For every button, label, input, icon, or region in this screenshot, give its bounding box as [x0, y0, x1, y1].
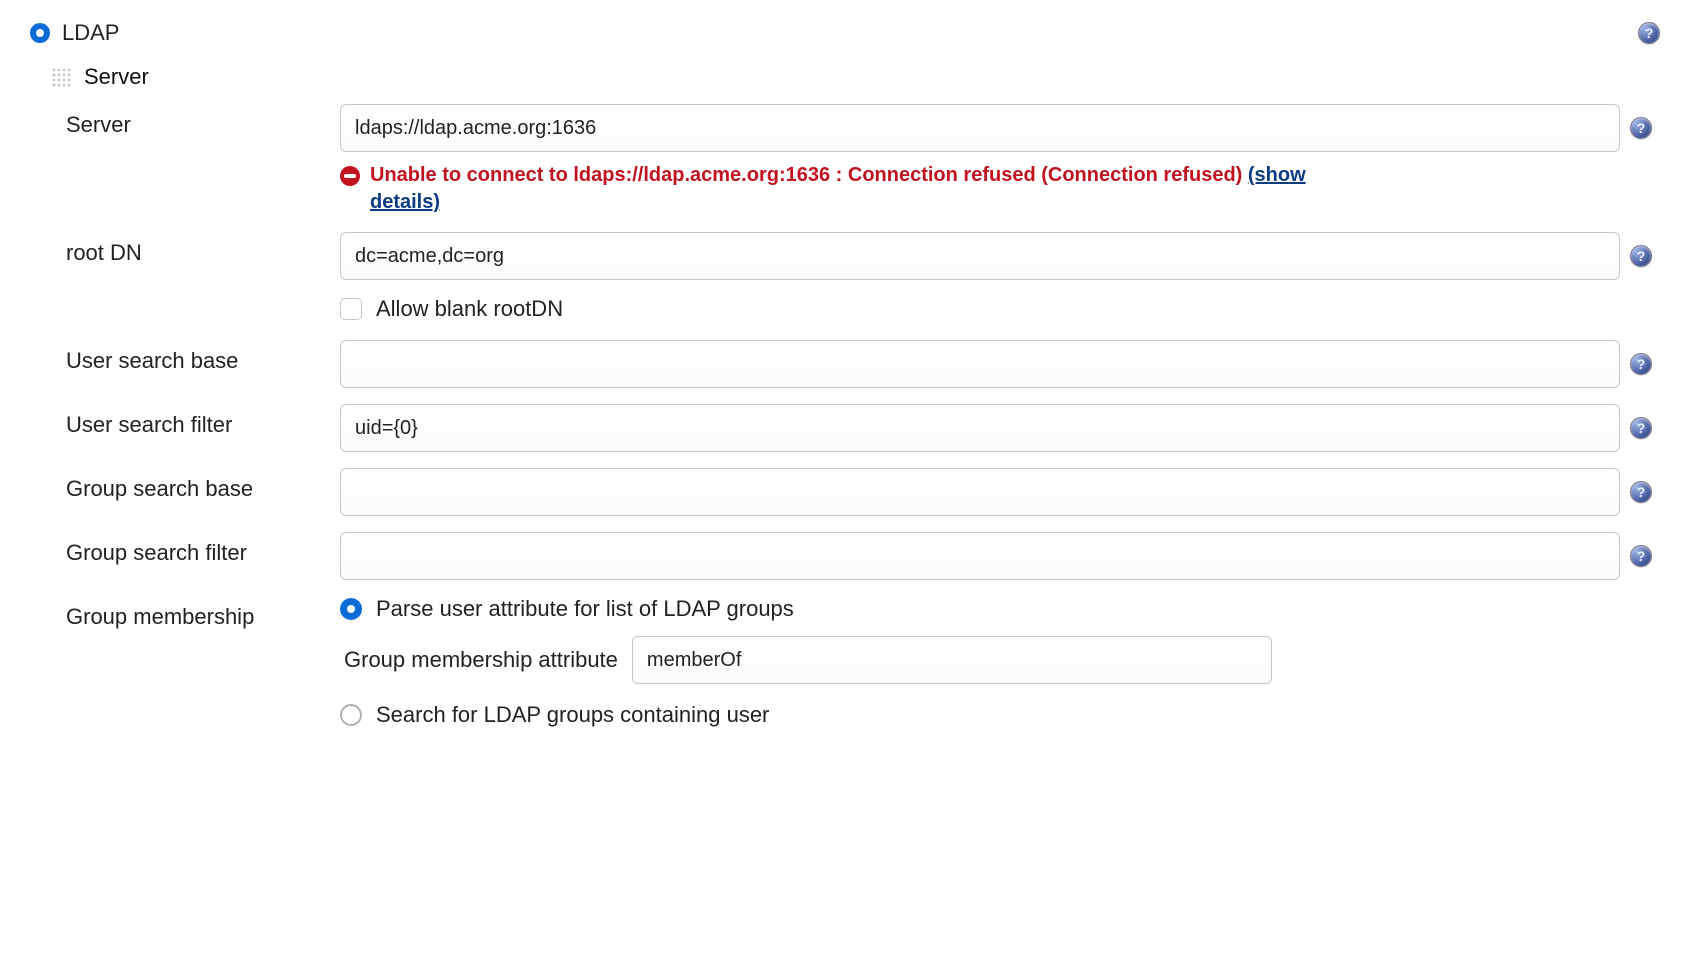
group-search-filter-label: Group search filter — [30, 532, 340, 566]
help-icon[interactable]: ? — [1630, 117, 1652, 139]
help-icon[interactable]: ? — [1630, 353, 1652, 375]
help-icon[interactable]: ? — [1630, 481, 1652, 503]
root-dn-input[interactable] — [340, 232, 1620, 280]
user-search-base-input[interactable] — [340, 340, 1620, 388]
allow-blank-rootdn-checkbox[interactable] — [340, 298, 362, 320]
group-membership-attr-input[interactable] — [632, 636, 1272, 684]
group-membership-attr-label: Group membership attribute — [344, 647, 618, 673]
root-dn-label: root DN — [30, 232, 340, 266]
group-membership-label: Group membership — [30, 596, 340, 630]
help-icon[interactable]: ? — [1630, 545, 1652, 567]
error-icon — [340, 166, 360, 186]
server-error-text: Unable to connect to ldaps://ldap.acme.o… — [370, 162, 1320, 216]
group-membership-radiogroup: Parse user attribute for list of LDAP gr… — [340, 596, 1652, 742]
server-error-message: Unable to connect to ldaps://ldap.acme.o… — [370, 164, 1248, 186]
drag-handle-icon[interactable] — [50, 66, 72, 88]
server-input[interactable] — [340, 104, 1620, 152]
group-search-filter-input[interactable] — [340, 532, 1620, 580]
section-title-ldap: LDAP — [62, 20, 119, 46]
help-icon[interactable]: ? — [1630, 417, 1652, 439]
server-label: Server — [30, 104, 340, 138]
user-search-filter-label: User search filter — [30, 404, 340, 438]
help-icon[interactable]: ? — [1638, 22, 1660, 44]
group-membership-search-label: Search for LDAP groups containing user — [376, 702, 769, 728]
allow-blank-rootdn-label: Allow blank rootDN — [376, 296, 563, 322]
group-search-base-label: Group search base — [30, 468, 340, 502]
ldap-radio[interactable] — [30, 23, 50, 43]
user-search-base-label: User search base — [30, 340, 340, 374]
group-membership-parse-radio[interactable] — [340, 598, 362, 620]
user-search-filter-input[interactable] — [340, 404, 1620, 452]
help-icon[interactable]: ? — [1630, 245, 1652, 267]
server-subheader: Server — [84, 64, 149, 90]
group-membership-parse-label: Parse user attribute for list of LDAP gr… — [376, 596, 794, 622]
group-search-base-input[interactable] — [340, 468, 1620, 516]
group-membership-search-radio[interactable] — [340, 704, 362, 726]
